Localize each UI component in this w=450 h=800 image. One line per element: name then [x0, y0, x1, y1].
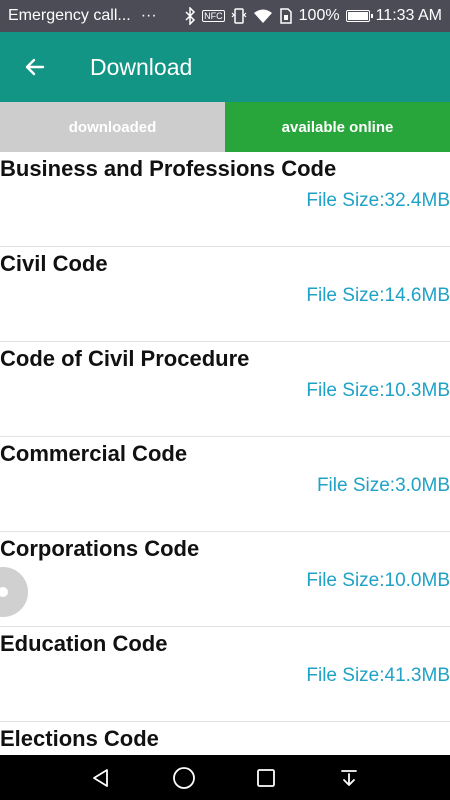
item-title: Civil Code — [0, 251, 108, 276]
system-nav-bar — [0, 755, 450, 800]
tab-downloaded[interactable]: downloaded — [0, 102, 225, 152]
battery-percent: 100% — [298, 7, 340, 24]
item-title: Code of Civil Procedure — [0, 346, 250, 371]
battery-fill — [347, 12, 368, 20]
list-item[interactable]: Corporations Code File Size:10.0MB — [0, 532, 450, 627]
list-item[interactable]: Elections Code — [0, 722, 450, 755]
vibrate-icon — [231, 7, 247, 25]
battery-icon — [345, 10, 373, 22]
notification-pull-icon — [340, 769, 357, 786]
list-item[interactable]: Civil Code File Size:14.6MB — [0, 247, 450, 342]
item-title: Elections Code — [0, 726, 159, 751]
item-file-size: File Size:3.0MB — [316, 475, 450, 496]
list-item[interactable]: Business and Professions Code File Size:… — [0, 152, 450, 247]
arrow-left-icon — [25, 58, 45, 76]
nav-home-button[interactable] — [164, 758, 204, 798]
app-bar: Download — [0, 32, 450, 102]
clock: 11:33 AM — [375, 7, 442, 24]
notification-text: Emergency call... — [8, 7, 131, 24]
overflow-indicator: ··· — [140, 7, 157, 24]
home-circle-icon — [172, 766, 195, 789]
sim-icon — [279, 8, 293, 24]
item-file-size: File Size:10.0MB — [306, 570, 450, 591]
item-title: Corporations Code — [0, 536, 200, 561]
back-button[interactable] — [0, 32, 70, 102]
item-file-size: File Size:41.3MB — [306, 665, 450, 686]
nfc-icon: NFC — [202, 10, 225, 22]
download-list[interactable]: Business and Professions Code File Size:… — [0, 152, 450, 755]
list-item[interactable]: Commercial Code File Size:3.0MB — [0, 437, 450, 532]
list-item[interactable]: Education Code File Size:41.3MB — [0, 627, 450, 722]
item-file-size: File Size:14.6MB — [306, 285, 450, 306]
back-triangle-icon — [93, 768, 109, 787]
status-left: Emergency call... ··· — [8, 7, 184, 25]
page-title: Download — [90, 53, 193, 80]
nav-back-button[interactable] — [81, 758, 121, 798]
nav-notifications-button[interactable] — [329, 758, 369, 798]
tab-bar: downloaded available online — [0, 102, 450, 152]
recents-square-icon — [257, 768, 276, 787]
status-bar: Emergency call... ··· NFC 100% 11:33 AM — [0, 0, 450, 32]
item-file-size: File Size:10.3MB — [306, 380, 450, 401]
item-file-size: File Size:32.4MB — [306, 190, 450, 211]
wifi-icon — [253, 8, 273, 24]
list-item[interactable]: Code of Civil Procedure File Size:10.3MB — [0, 342, 450, 437]
item-title: Education Code — [0, 631, 168, 656]
tab-available-online[interactable]: available online — [225, 102, 450, 152]
status-right: NFC 100% 11:33 AM — [184, 7, 442, 25]
bluetooth-icon — [184, 7, 196, 25]
item-title: Commercial Code — [0, 441, 188, 466]
nav-recents-button[interactable] — [246, 758, 286, 798]
item-title: Business and Professions Code — [0, 156, 337, 181]
